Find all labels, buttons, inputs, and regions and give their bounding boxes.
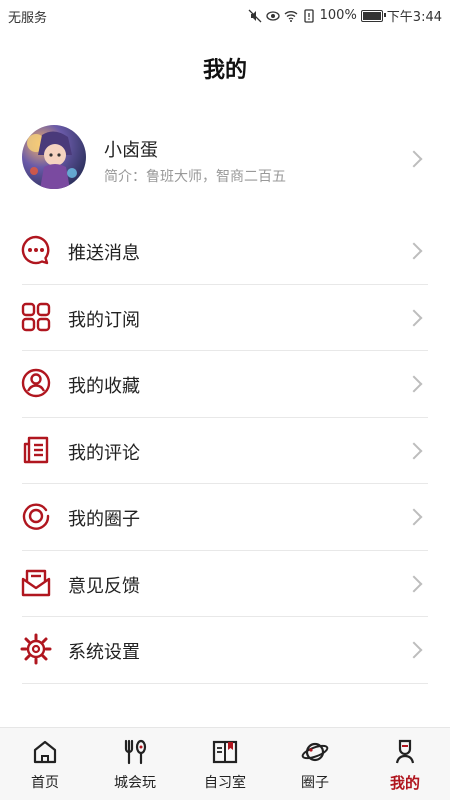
battery-percent: 100%	[319, 8, 357, 23]
menu-item-label: 我的收藏	[68, 376, 140, 397]
nav-mine[interactable]: 我的	[360, 728, 450, 800]
menu-item-label: 推送消息	[68, 243, 140, 264]
menu-item-comments[interactable]: 我的评论	[0, 418, 450, 484]
menu-item-circles[interactable]: 我的圈子	[0, 484, 450, 551]
bottom-nav: 首页 城会玩 自习室 圈子 我的	[0, 727, 450, 800]
sim-alert-icon	[303, 8, 314, 23]
clock: 下午3:44	[386, 10, 442, 25]
nav-label: 首页	[31, 775, 59, 791]
menu-item-label: 意见反馈	[68, 575, 140, 597]
chevron-right-icon	[405, 150, 423, 168]
nav-circles[interactable]: 圈子	[270, 728, 360, 800]
nav-label: 城会玩	[114, 775, 156, 791]
menu-item-subscriptions[interactable]: 我的订阅	[0, 285, 450, 351]
menu-item-label: 我的圈子	[68, 509, 140, 530]
menu-list: 推送消息 我的订阅 我的收藏 我的评论 我的圈子 意见反馈 系统设置	[0, 218, 450, 684]
document-icon	[23, 436, 49, 463]
chevron-right-icon	[405, 442, 423, 459]
status-icons: 100% 下午3:44	[248, 6, 442, 25]
chevron-right-icon	[405, 375, 423, 393]
fork-spoon-icon	[124, 739, 147, 765]
menu-item-push-messages[interactable]: 推送消息	[0, 218, 450, 285]
avatar[interactable]	[22, 125, 86, 189]
nav-study-room[interactable]: 自习室	[180, 728, 270, 800]
profile-bio: 简介：鲁班大师，智商二百五	[104, 169, 286, 185]
user-circle-icon	[21, 368, 51, 398]
menu-item-feedback[interactable]: 意见反馈	[0, 551, 450, 617]
book-icon	[212, 740, 238, 764]
carrier-text: 无服务	[8, 11, 48, 26]
battery-icon	[360, 9, 386, 22]
chevron-right-icon	[405, 575, 423, 592]
menu-item-label: 系统设置	[68, 642, 140, 663]
circle-icon	[22, 503, 50, 530]
home-icon	[33, 740, 57, 764]
mute-icon	[248, 9, 262, 22]
menu-item-label: 我的评论	[68, 442, 140, 464]
grid-icon	[21, 302, 51, 331]
menu-item-favorites[interactable]: 我的收藏	[0, 351, 450, 418]
profile-name: 小卤蛋	[104, 140, 158, 161]
eye-icon	[265, 10, 280, 21]
mail-icon	[21, 569, 51, 596]
planet-icon	[301, 742, 329, 762]
page-title: 我的	[202, 58, 247, 83]
chevron-right-icon	[405, 641, 423, 659]
chevron-right-icon	[405, 508, 423, 526]
person-icon	[395, 739, 415, 764]
chevron-right-icon	[405, 309, 423, 326]
nav-label: 我的	[389, 774, 420, 792]
profile-row[interactable]: 小卤蛋 简介：鲁班大师，智商二百五	[0, 122, 450, 196]
wifi-icon	[284, 10, 298, 22]
nav-city-play[interactable]: 城会玩	[90, 728, 180, 800]
chevron-right-icon	[405, 242, 423, 260]
nav-label: 圈子	[301, 775, 329, 791]
gear-icon	[20, 633, 52, 665]
message-icon	[21, 235, 50, 265]
menu-item-label: 我的订阅	[68, 309, 140, 331]
nav-home[interactable]: 首页	[0, 728, 90, 800]
menu-item-settings[interactable]: 系统设置	[0, 617, 450, 684]
nav-label: 自习室	[204, 775, 246, 791]
status-bar: 无服务 100% 下午3:44	[0, 0, 450, 30]
